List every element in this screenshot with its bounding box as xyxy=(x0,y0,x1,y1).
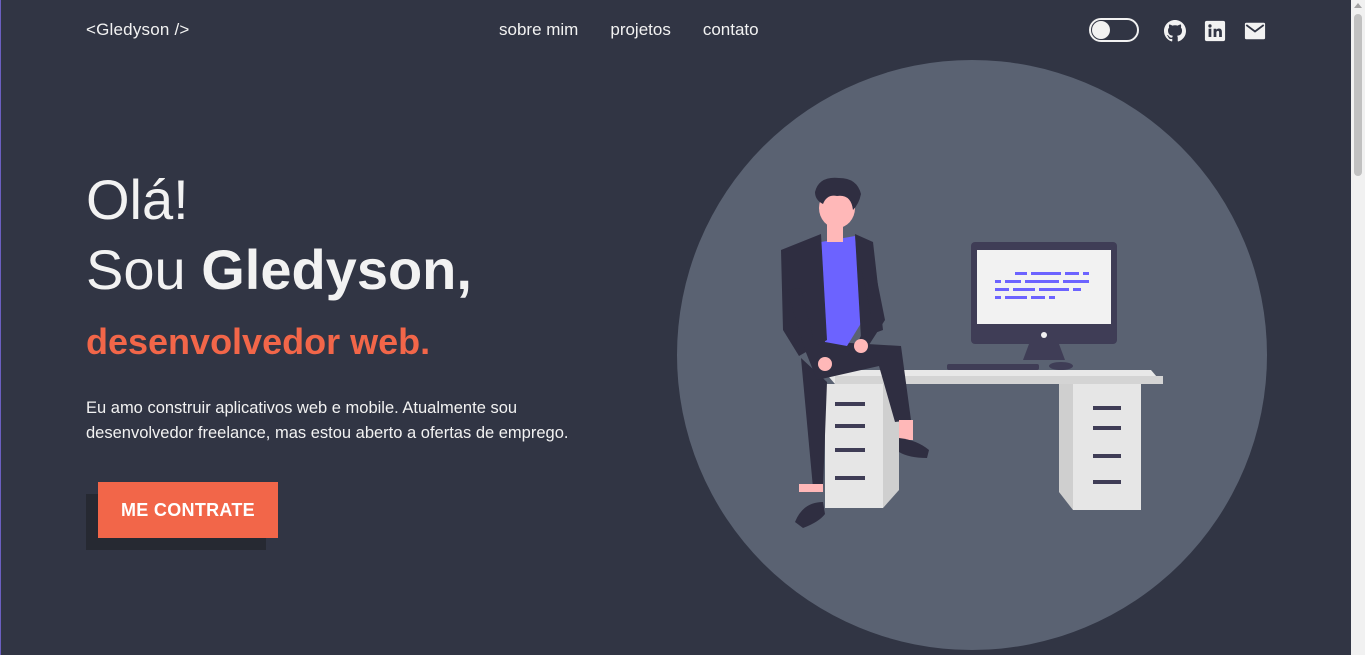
github-icon[interactable] xyxy=(1164,20,1186,42)
hire-me-button[interactable]: ME CONTRATE xyxy=(98,482,278,538)
mouse xyxy=(1049,362,1073,370)
hero-greeting: Olá! xyxy=(86,168,189,231)
main-nav: sobre mim projetos contato xyxy=(499,20,759,40)
nav-link-sobre-mim[interactable]: sobre mim xyxy=(499,20,578,40)
toggle-knob xyxy=(1092,21,1110,39)
hero-description: Eu amo construir aplicativos web e mobil… xyxy=(86,399,569,442)
scrollbar-thumb[interactable] xyxy=(1354,14,1362,176)
right-cabinet xyxy=(1059,384,1073,510)
site-logo[interactable]: <Gledyson /> xyxy=(86,20,190,40)
nav-link-contato[interactable]: contato xyxy=(703,20,759,40)
mail-icon[interactable] xyxy=(1244,20,1266,42)
linkedin-icon[interactable] xyxy=(1204,20,1226,42)
nav-link-projetos[interactable]: projetos xyxy=(610,20,670,40)
page-scrollbar[interactable] xyxy=(1351,0,1365,655)
scroll-up-arrow-icon[interactable] xyxy=(1354,3,1362,8)
hero-name: Gledyson, xyxy=(201,238,472,301)
theme-toggle[interactable] xyxy=(1089,18,1139,42)
hero-intro-prefix: Sou xyxy=(86,238,202,301)
keyboard xyxy=(947,364,1039,370)
developer-at-desk-illustration xyxy=(781,177,1163,528)
page: <Gledyson /> sobre mim projetos contato … xyxy=(0,0,1365,655)
hero-role: desenvolvedor web. xyxy=(86,321,431,362)
hero-intro: Sou Gledyson, xyxy=(86,240,472,300)
